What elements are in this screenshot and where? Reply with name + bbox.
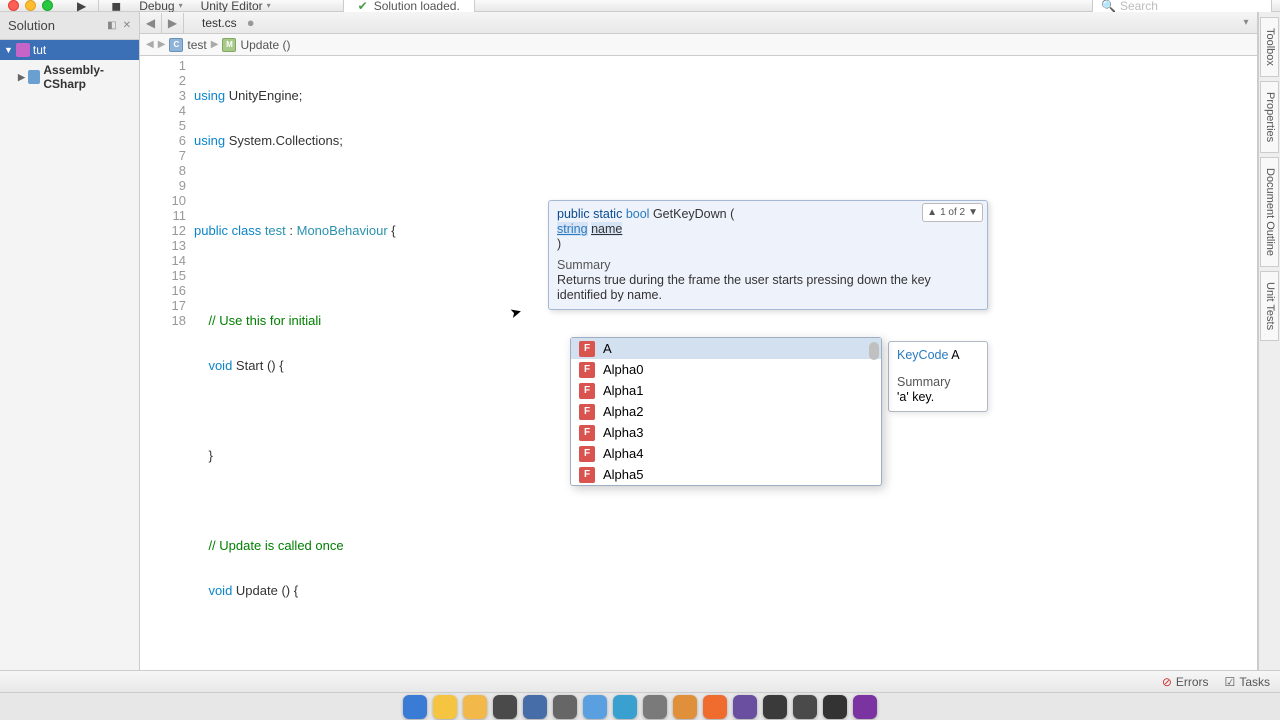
field-icon: F xyxy=(579,467,595,483)
dock-app-icon[interactable] xyxy=(703,695,727,719)
document-outline-tab[interactable]: Document Outline xyxy=(1260,157,1279,267)
solution-root[interactable]: ▼ tut xyxy=(0,40,139,60)
dock-app-icon[interactable] xyxy=(733,695,757,719)
field-icon: F xyxy=(579,341,595,357)
sidebar-panel-icon[interactable]: ◧ xyxy=(107,20,116,31)
expand-icon[interactable]: ▼ xyxy=(4,45,13,55)
autocomplete-item[interactable]: FAlpha2 xyxy=(571,401,881,422)
stop-button[interactable]: ◼ xyxy=(105,0,127,13)
dock-app-icon[interactable] xyxy=(403,695,427,719)
signature-pager[interactable]: ▲ 1 of 2 ▼ xyxy=(922,203,983,222)
dock-app-icon[interactable] xyxy=(823,695,847,719)
dock-app-icon[interactable] xyxy=(763,695,787,719)
dock-app-icon[interactable] xyxy=(673,695,697,719)
project-icon xyxy=(28,70,40,84)
pager-down-icon[interactable]: ▼ xyxy=(968,205,978,220)
nav-forward-button[interactable]: ▶ xyxy=(162,13,184,33)
mouse-cursor-icon: ➤ xyxy=(508,304,523,322)
dock-app-icon[interactable] xyxy=(523,695,547,719)
expand-icon[interactable]: ▶ xyxy=(18,72,25,83)
dock-app-icon[interactable] xyxy=(643,695,667,719)
code-editor[interactable]: 123456789101112131415161718 using UnityE… xyxy=(140,56,1257,670)
minimize-window-icon[interactable] xyxy=(25,0,36,11)
status-bar: ⊘Errors ☑Tasks xyxy=(0,670,1280,692)
tab-bar: ◀ ▶ test.cs ● ▾ xyxy=(140,12,1257,34)
field-icon: F xyxy=(579,446,595,462)
macos-dock[interactable] xyxy=(0,692,1280,720)
sidebar-close-icon[interactable]: ✕ xyxy=(123,20,131,31)
right-tab-strip: Toolbox Properties Document Outline Unit… xyxy=(1258,12,1280,670)
dock-app-icon[interactable] xyxy=(463,695,487,719)
signature-tooltip: ▲ 1 of 2 ▼ public static bool GetKeyDown… xyxy=(548,200,988,310)
class-icon: C xyxy=(169,38,183,52)
field-icon: F xyxy=(579,404,595,420)
method-icon: M xyxy=(222,38,236,52)
dock-app-icon[interactable] xyxy=(613,695,637,719)
autocomplete-item[interactable]: FA xyxy=(571,338,881,359)
close-window-icon[interactable] xyxy=(8,0,19,11)
dock-app-icon[interactable] xyxy=(553,695,577,719)
breadcrumb[interactable]: ◀▶ C test ▶ M Update () xyxy=(140,34,1257,56)
error-icon: ⊘ xyxy=(1162,675,1172,689)
autocomplete-item[interactable]: FAlpha0 xyxy=(571,359,881,380)
maximize-window-icon[interactable] xyxy=(42,0,53,11)
tab-overflow-button[interactable]: ▾ xyxy=(1235,17,1257,28)
properties-tab[interactable]: Properties xyxy=(1260,81,1279,153)
unit-tests-tab[interactable]: Unit Tests xyxy=(1260,271,1279,341)
dock-app-icon[interactable] xyxy=(853,695,877,719)
dock-app-icon[interactable] xyxy=(433,695,457,719)
run-button[interactable]: ▶ xyxy=(71,0,92,13)
project-item[interactable]: ▶ Assembly-CSharp xyxy=(0,60,139,94)
main-toolbar: ▶ ◼ Debug ▾ Unity Editor ▾ ✔Solution loa… xyxy=(0,0,1280,12)
autocomplete-item[interactable]: FAlpha3 xyxy=(571,422,881,443)
solution-header: Solution ◧ ✕ xyxy=(0,12,139,40)
tab-dirty-icon[interactable]: ● xyxy=(247,12,255,34)
dock-app-icon[interactable] xyxy=(793,695,817,719)
autocomplete-item[interactable]: FAlpha4 xyxy=(571,443,881,464)
errors-button[interactable]: ⊘Errors xyxy=(1162,675,1209,689)
autocomplete-item[interactable]: FAlpha1 xyxy=(571,380,881,401)
tasks-button[interactable]: ☑Tasks xyxy=(1225,675,1270,689)
autocomplete-popup[interactable]: FAFAlpha0FAlpha1FAlpha2FAlpha3FAlpha4FAl… xyxy=(570,337,882,486)
config-dropdown[interactable]: Debug ▾ xyxy=(133,0,188,13)
field-icon: F xyxy=(579,362,595,378)
toolbox-tab[interactable]: Toolbox xyxy=(1260,17,1279,77)
nav-back-button[interactable]: ◀ xyxy=(140,13,162,33)
file-tab[interactable]: test.cs ● xyxy=(184,12,273,34)
solution-icon xyxy=(16,43,30,57)
solution-sidebar: Solution ◧ ✕ ▼ tut ▶ Assembly-CSharp xyxy=(0,12,140,670)
editor-area: ◀ ▶ test.cs ● ▾ ◀▶ C test ▶ M Update () … xyxy=(140,12,1258,670)
autocomplete-item[interactable]: FAlpha5 xyxy=(571,464,881,485)
dock-app-icon[interactable] xyxy=(493,695,517,719)
window-controls[interactable] xyxy=(8,0,53,11)
field-icon: F xyxy=(579,383,595,399)
tasks-icon: ☑ xyxy=(1225,675,1236,689)
search-icon: 🔍 xyxy=(1101,0,1116,13)
field-icon: F xyxy=(579,425,595,441)
autocomplete-scrollbar[interactable] xyxy=(869,342,879,360)
dock-app-icon[interactable] xyxy=(583,695,607,719)
line-gutter: 123456789101112131415161718 xyxy=(140,56,194,670)
member-detail-popup: KeyCode A Summary 'a' key. xyxy=(888,341,988,412)
pager-up-icon[interactable]: ▲ xyxy=(927,205,937,220)
